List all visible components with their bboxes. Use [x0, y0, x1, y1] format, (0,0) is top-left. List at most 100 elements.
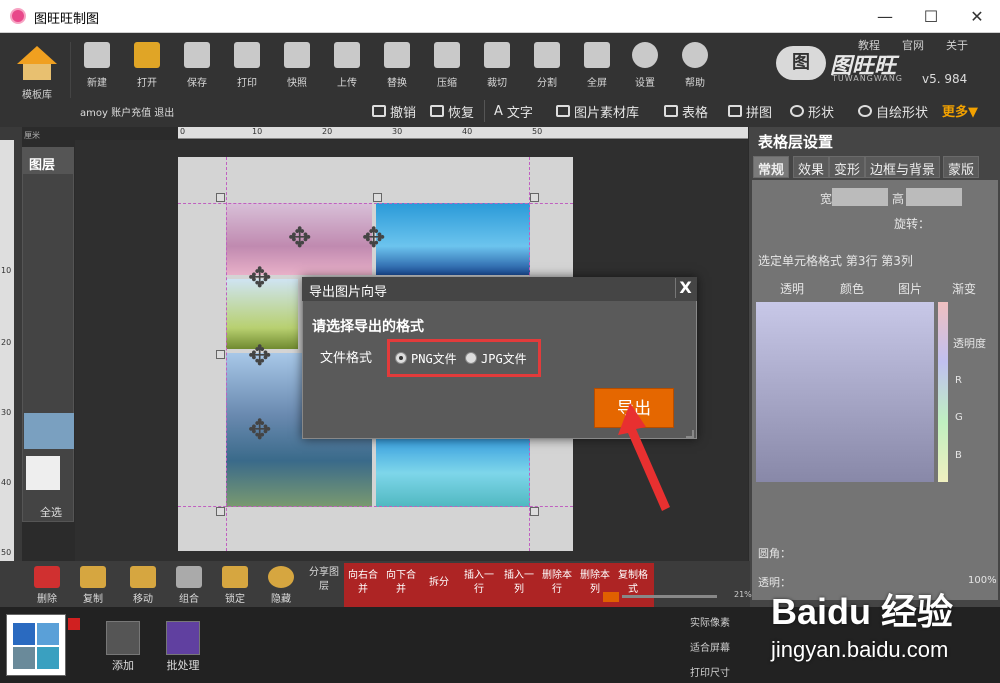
merge-down-button[interactable]: 向下合并: [386, 569, 416, 597]
close-thumbnail-icon[interactable]: [68, 618, 80, 630]
tab-mask[interactable]: 蒙版: [943, 156, 980, 178]
lock-button[interactable]: 锁定: [212, 566, 258, 606]
open-button[interactable]: 打开: [124, 40, 170, 106]
add-icon: [106, 621, 140, 655]
merge-right-button[interactable]: 向右合并: [348, 569, 378, 597]
collage-tool-button[interactable]: 拼图: [728, 100, 772, 122]
save-icon: [184, 42, 210, 68]
resize-handle[interactable]: [530, 507, 539, 516]
replace-button[interactable]: 替换: [374, 40, 420, 106]
template-library-label: 模板库: [22, 90, 52, 101]
zoom-slider[interactable]: [622, 595, 717, 598]
dialog-close-button[interactable]: X: [675, 278, 695, 298]
select-all-button[interactable]: 全选: [40, 504, 62, 520]
batch-icon: [166, 621, 200, 655]
more-menu[interactable]: 更多▼: [942, 101, 978, 120]
resize-handle[interactable]: [216, 193, 225, 202]
template-library-button[interactable]: 模板库: [10, 42, 64, 112]
image-library-button[interactable]: 图片素材库: [556, 100, 639, 122]
resize-grip-icon[interactable]: [686, 430, 694, 438]
cell-format-label: 选定单元格格式 第3行 第3列: [758, 254, 913, 268]
move-layer-button[interactable]: 移动: [120, 566, 166, 606]
insert-column-button[interactable]: 插入一列: [504, 569, 534, 597]
horizontal-ruler: 0 10 20 30 40 50: [178, 127, 748, 139]
table-tool-button[interactable]: 表格: [664, 100, 708, 122]
jpg-radio[interactable]: [465, 352, 477, 364]
redo-button[interactable]: 恢复: [430, 100, 474, 122]
add-document-button[interactable]: 添加: [103, 621, 143, 673]
print-button[interactable]: 打印: [224, 40, 270, 106]
move-icon: [130, 566, 156, 588]
resize-handle[interactable]: [530, 193, 539, 202]
subtab-image[interactable]: 图片: [898, 280, 922, 297]
split-cell-button[interactable]: 拆分: [424, 576, 454, 590]
star-icon: [858, 105, 872, 117]
split-button[interactable]: 分割: [524, 40, 570, 106]
insert-row-button[interactable]: 插入一行: [464, 569, 494, 597]
undo-button[interactable]: 撤销: [372, 100, 416, 122]
upload-button[interactable]: 上传: [324, 40, 370, 106]
move-arrows-icon: ✥: [362, 221, 386, 254]
tab-border-background[interactable]: 边框与背景: [865, 156, 941, 178]
custom-shape-button[interactable]: 自绘形状: [858, 100, 928, 122]
actual-pixels-button[interactable]: 实际像素: [690, 614, 730, 629]
resize-handle[interactable]: [216, 350, 225, 359]
scissors-icon: [484, 42, 510, 68]
width-field[interactable]: [832, 188, 888, 206]
tab-effects[interactable]: 效果: [793, 156, 830, 178]
hide-button[interactable]: 隐藏: [258, 566, 304, 606]
grid-cell-photo[interactable]: [376, 439, 530, 507]
delete-button[interactable]: 删除: [24, 566, 70, 606]
rotate-label: 旋转：: [894, 217, 931, 231]
fullscreen-button[interactable]: 全屏: [574, 40, 620, 106]
batch-process-button[interactable]: 批处理: [163, 621, 203, 673]
ruler-tick: 10: [252, 127, 263, 136]
settings-button[interactable]: 设置: [622, 40, 668, 106]
app-icon: [10, 8, 26, 24]
ruler-tick: 30: [392, 127, 403, 136]
dialog-prompt: 请选择导出的格式: [312, 319, 424, 335]
hue-slider[interactable]: [938, 302, 948, 482]
resize-handle[interactable]: [216, 507, 225, 516]
text-tool-button[interactable]: A 文字: [494, 100, 533, 122]
print-size-button[interactable]: 打印尺寸: [690, 664, 730, 679]
ruler-unit-label: 厘米: [24, 131, 40, 140]
delete-row-button[interactable]: 删除本行: [542, 569, 572, 597]
share-layer-button[interactable]: 分享图层: [306, 566, 342, 606]
color-picker[interactable]: [756, 302, 934, 482]
subtab-color[interactable]: 颜色: [840, 280, 864, 297]
snapshot-button[interactable]: 快照: [274, 40, 320, 106]
height-label: 高: [892, 192, 905, 206]
copy-layer-button[interactable]: 复制: [70, 566, 116, 606]
close-button[interactable]: ✕: [954, 0, 1000, 33]
subtab-transparent[interactable]: 透明: [780, 280, 804, 297]
zoom-indicator[interactable]: [603, 592, 619, 602]
tab-general[interactable]: 常规: [753, 156, 790, 178]
png-option-label[interactable]: PNG文件: [411, 350, 457, 367]
png-radio[interactable]: [395, 352, 407, 364]
height-field[interactable]: [906, 188, 962, 206]
crop-button[interactable]: 裁切: [474, 40, 520, 106]
copy-format-button[interactable]: 复制格式: [618, 569, 648, 597]
about-link[interactable]: 关于: [946, 37, 968, 53]
resize-handle[interactable]: [373, 193, 382, 202]
subtab-gradient[interactable]: 渐变: [952, 280, 976, 297]
maximize-button[interactable]: ☐: [908, 0, 954, 33]
layer-thumbnail-blank[interactable]: [26, 456, 60, 490]
tab-transform[interactable]: 变形: [829, 156, 866, 178]
document-thumbnail[interactable]: [6, 614, 66, 676]
fit-screen-button[interactable]: 适合屏幕: [690, 639, 730, 654]
baidu-url: jingyan.baidu.com: [771, 637, 949, 662]
folder-icon: [134, 42, 160, 68]
grid-cell-photo[interactable]: [376, 203, 530, 275]
shape-tool-button[interactable]: 形状: [790, 100, 834, 122]
jpg-option-label[interactable]: JPG文件: [481, 350, 527, 367]
compress-button[interactable]: 压缩: [424, 40, 470, 106]
help-button[interactable]: 帮助: [672, 40, 718, 106]
minimize-button[interactable]: —: [862, 0, 908, 33]
layer-thumbnail[interactable]: [24, 413, 74, 449]
user-account-line[interactable]: amoy 账户充值 退出: [80, 104, 174, 119]
new-button[interactable]: 新建: [74, 40, 120, 106]
save-button[interactable]: 保存: [174, 40, 220, 106]
group-button[interactable]: 组合: [166, 566, 212, 606]
